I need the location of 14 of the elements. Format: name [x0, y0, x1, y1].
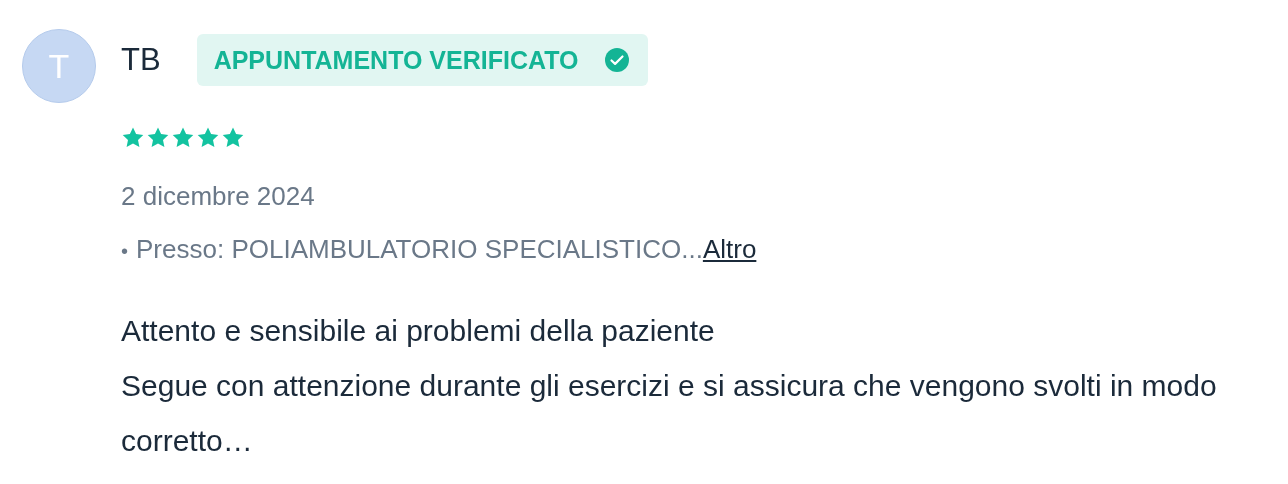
review-text: Segue con attenzione durante gli esercizi e si assicura che vengono svolti in modo corretto…	[121, 368, 1218, 459]
star-icon	[121, 126, 145, 150]
bullet: •	[121, 240, 128, 263]
star-icon	[171, 126, 195, 150]
author-name: TB	[121, 42, 161, 78]
avatar: T	[22, 29, 96, 103]
star-icon	[221, 126, 245, 150]
review-text: Attento e sensibile ai problemi della paziente	[121, 313, 716, 349]
location-text: Presso: POLIAMBULATORIO SPECIALISTICO...	[136, 234, 703, 265]
star-icon	[146, 126, 170, 150]
more-link[interactable]: Altro	[702, 234, 757, 265]
badge-label: APPUNTAMENTO VERIFICATO	[213, 45, 579, 75]
review-date: 2 dicembre 2024	[121, 181, 316, 212]
star-icon	[196, 126, 220, 150]
